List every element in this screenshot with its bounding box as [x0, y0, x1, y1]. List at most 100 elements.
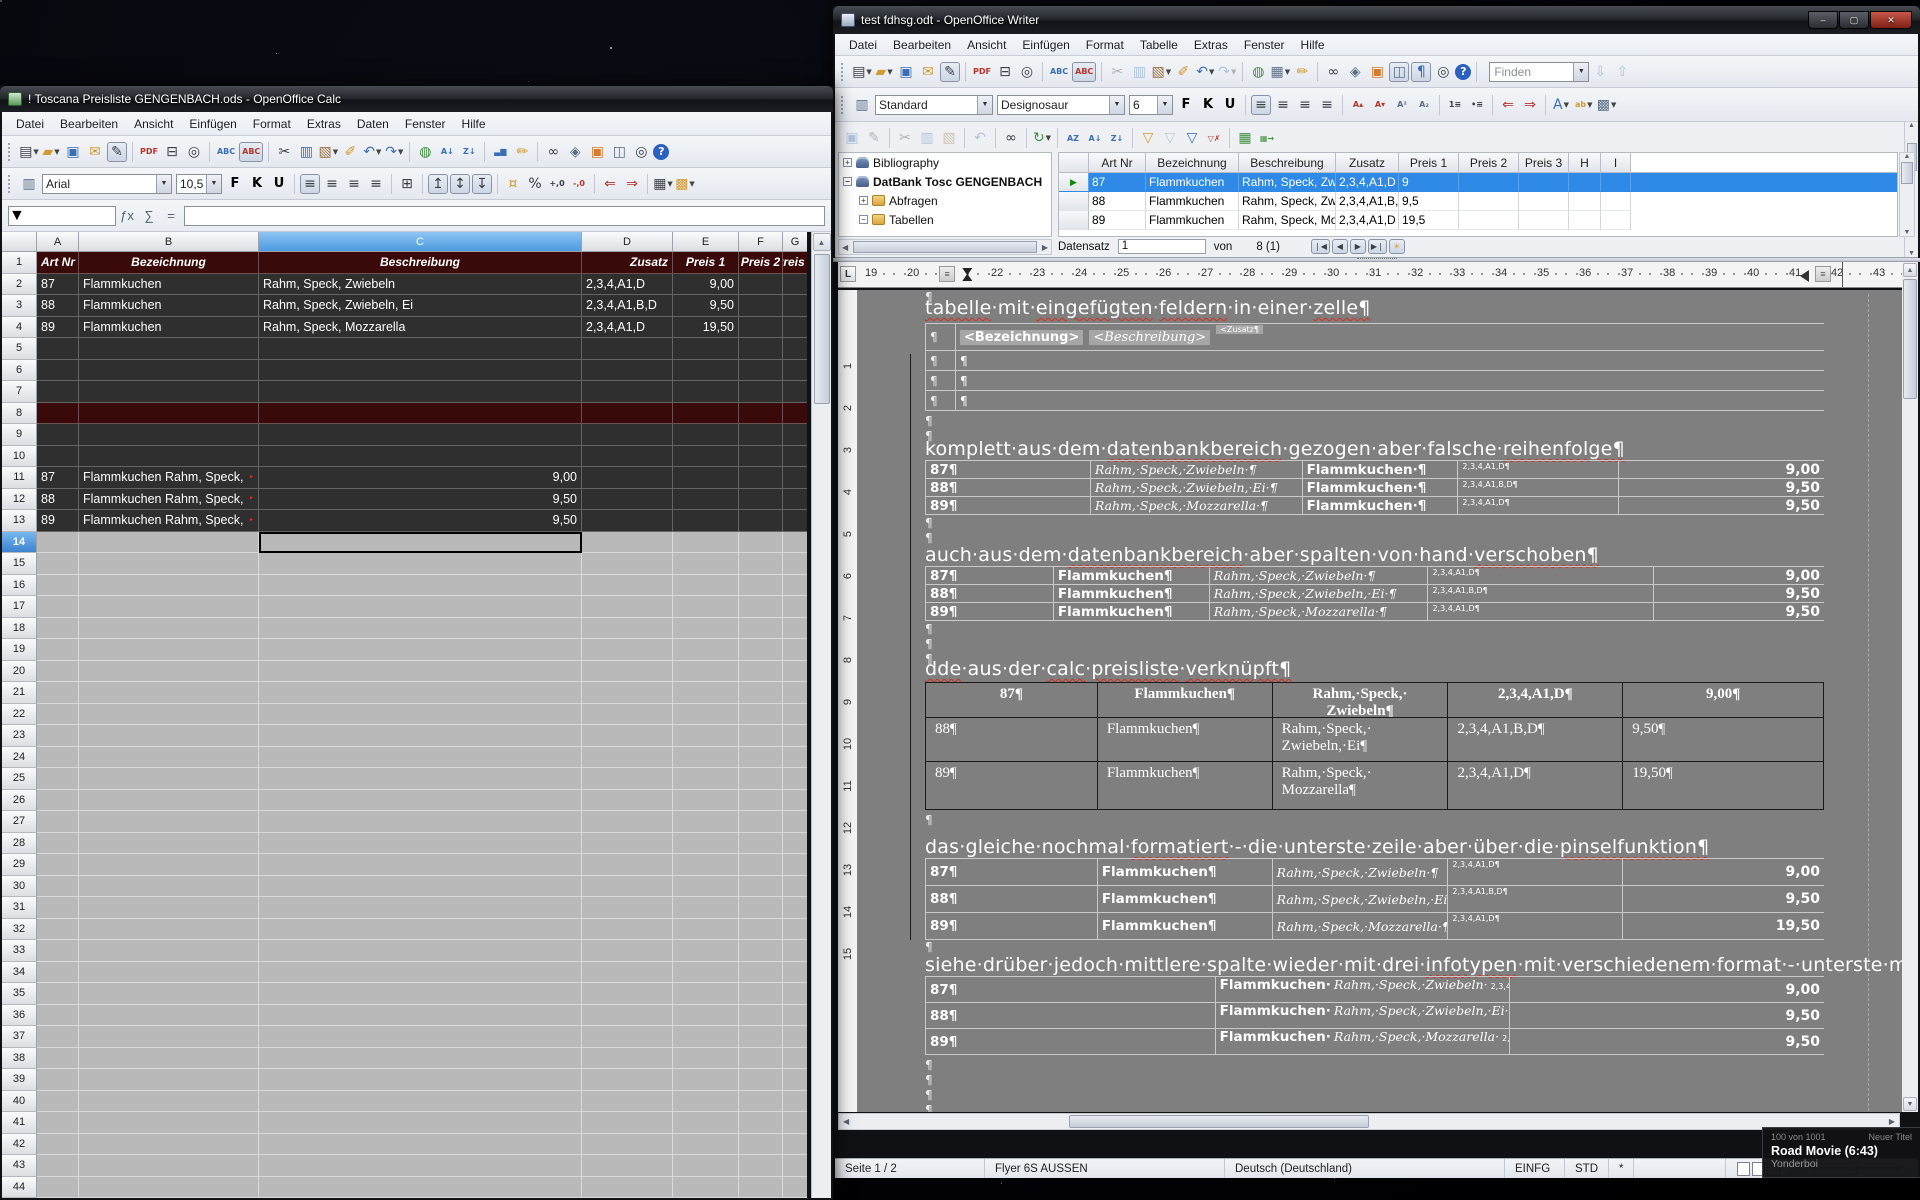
bold-button[interactable]: F	[1176, 95, 1196, 115]
find-replace-icon[interactable]: ∞	[543, 142, 563, 162]
scroll-down-icon[interactable]: ▼	[1908, 250, 1915, 257]
merge-cells-button[interactable]: ⊞	[397, 174, 417, 194]
row-header-36[interactable]: 36	[2, 1005, 37, 1027]
zoom-icon[interactable]: ◎	[631, 142, 651, 162]
cell-A22[interactable]	[37, 704, 79, 726]
cell-E35[interactable]	[673, 983, 739, 1005]
cell-D1[interactable]: Zusatz	[582, 252, 673, 274]
cell-C38[interactable]	[259, 1048, 582, 1070]
cell-A1[interactable]: Art Nr	[37, 252, 79, 274]
ds-column-header-h[interactable]: H	[1569, 153, 1601, 173]
cell-C4[interactable]: Rahm, Speck, Mozzarella	[259, 317, 582, 339]
cell-C43[interactable]	[259, 1155, 582, 1177]
autospellcheck-icon[interactable]: ABC	[239, 142, 263, 162]
chevron-down-icon[interactable]: ▼	[977, 96, 992, 114]
cell-D35[interactable]	[582, 983, 673, 1005]
cell-B2[interactable]: Flammkuchen	[79, 274, 259, 296]
scroll-up-icon[interactable]: ▲	[1904, 153, 1911, 160]
cell-G23[interactable]	[783, 725, 807, 747]
cell-C25[interactable]	[259, 768, 582, 790]
cell-E2[interactable]: 9,00	[673, 274, 739, 296]
cell-C32[interactable]	[259, 919, 582, 941]
find-input[interactable]: Finden▼	[1489, 62, 1589, 82]
cell-D24[interactable]	[582, 747, 673, 769]
writer-menu-ansicht[interactable]: Ansicht	[959, 36, 1014, 54]
add-decimal-button[interactable]: +,0	[547, 174, 567, 194]
cell-D7[interactable]	[582, 381, 673, 403]
cell-D4[interactable]: 2,3,4,A1,D	[582, 317, 673, 339]
cell-B34[interactable]	[79, 962, 259, 984]
cell-B7[interactable]	[79, 381, 259, 403]
row-header-41[interactable]: 41	[2, 1112, 37, 1134]
cell-A44[interactable]	[37, 1177, 79, 1199]
cell-F36[interactable]	[739, 1005, 783, 1027]
cell-B41[interactable]	[79, 1112, 259, 1134]
cell-B31[interactable]	[79, 897, 259, 919]
autofilter-icon[interactable]: ▽	[1138, 128, 1158, 148]
cell-C44[interactable]	[259, 1177, 582, 1199]
cell-E18[interactable]	[673, 618, 739, 640]
cell-D17[interactable]	[582, 596, 673, 618]
select-all-corner[interactable]	[2, 232, 37, 252]
ds-column-header-bezeichnung[interactable]: Bezeichnung	[1146, 153, 1239, 173]
cut-icon[interactable]: ✂	[1107, 62, 1127, 82]
status-language[interactable]: Deutsch (Deutschland)	[1225, 1159, 1505, 1178]
help-icon[interactable]: ?	[1455, 64, 1471, 80]
cell-A2[interactable]: 87	[37, 274, 79, 296]
cell-B19[interactable]	[79, 639, 259, 661]
cell-F23[interactable]	[739, 725, 783, 747]
scroll-right-icon[interactable]: ▶	[1039, 243, 1051, 252]
cell-G3[interactable]	[783, 295, 807, 317]
cell-C30[interactable]	[259, 876, 582, 898]
format-paintbrush-icon[interactable]: ✐	[340, 142, 360, 162]
cell-A23[interactable]	[37, 725, 79, 747]
cell-A19[interactable]	[37, 639, 79, 661]
row-header-21[interactable]: 21	[2, 682, 37, 704]
ds-cell-r2c2[interactable]: Flammkuchen	[1146, 192, 1239, 211]
cell-E3[interactable]: 9,50	[673, 295, 739, 317]
ds-cell-r2c9[interactable]	[1601, 192, 1631, 211]
cell-F20[interactable]	[739, 661, 783, 683]
status-selection-mode[interactable]: STD	[1565, 1159, 1609, 1178]
cell-D22[interactable]	[582, 704, 673, 726]
cell-G40[interactable]	[783, 1091, 807, 1113]
fields-table-row[interactable]: ¶<Bezeichnung><Beschreibung><Zusatz¶	[926, 324, 1824, 351]
cell-A36[interactable]	[37, 1005, 79, 1027]
cell-F41[interactable]	[739, 1112, 783, 1134]
doc-table-s3[interactable]: 87¶Flammkuchen¶Rahm,·Speck,·Zwiebeln·¶2,…	[925, 566, 1824, 621]
scrollbar-thumb[interactable]	[814, 254, 830, 404]
open-icon[interactable]: ▰▼	[41, 142, 61, 162]
export-pdf-icon[interactable]: PDF	[138, 142, 160, 162]
row-header-20[interactable]: 20	[2, 661, 37, 683]
doc-table-row[interactable]: 89¶Flammkuchen¶Rahm,·Speck,·Mozzarella·¶…	[926, 603, 1824, 621]
cell-A9[interactable]	[37, 424, 79, 446]
ds-column-header-i[interactable]: I	[1601, 153, 1631, 173]
scrollbar-thumb[interactable]	[1901, 162, 1913, 184]
cell-F7[interactable]	[739, 381, 783, 403]
doc-table-s6[interactable]: 87¶Flammkuchen·Rahm,·Speck,·Zwiebeln·2,3…	[925, 976, 1824, 1055]
data-source-table[interactable]: Art NrBezeichnungBeschreibungZusatzPreis…	[1058, 152, 1898, 237]
cell-A12[interactable]: 88	[37, 489, 79, 511]
cut-icon[interactable]: ✂	[274, 142, 294, 162]
export-pdf-icon[interactable]: PDF	[971, 62, 993, 82]
toolbar-grip[interactable]	[8, 175, 13, 193]
scrollbar-thumb[interactable]	[853, 241, 1037, 253]
cell-E41[interactable]	[673, 1112, 739, 1134]
cell-A21[interactable]	[37, 682, 79, 704]
cell-A38[interactable]	[37, 1048, 79, 1070]
status-page-style[interactable]: Flyer 6S AUSSEN	[985, 1159, 1225, 1178]
cell-F24[interactable]	[739, 747, 783, 769]
save-record-icon[interactable]: ▣	[842, 128, 862, 148]
align-left-button[interactable]: ≡	[1251, 95, 1271, 115]
standard-filter-icon[interactable]: ▽	[1182, 128, 1202, 148]
cell-G25[interactable]	[783, 768, 807, 790]
row-header-15[interactable]: 15	[2, 553, 37, 575]
calc-window[interactable]: ! Toscana Preisliste GENGENBACH.ods - Op…	[0, 86, 833, 1200]
record-number-input[interactable]: 1	[1118, 239, 1206, 254]
copy-icon[interactable]: ▥	[1129, 62, 1149, 82]
cell-A33[interactable]	[37, 940, 79, 962]
cell-G28[interactable]	[783, 833, 807, 855]
cell-C9[interactable]	[259, 424, 582, 446]
cell-E16[interactable]	[673, 575, 739, 597]
cell-F44[interactable]	[739, 1177, 783, 1199]
